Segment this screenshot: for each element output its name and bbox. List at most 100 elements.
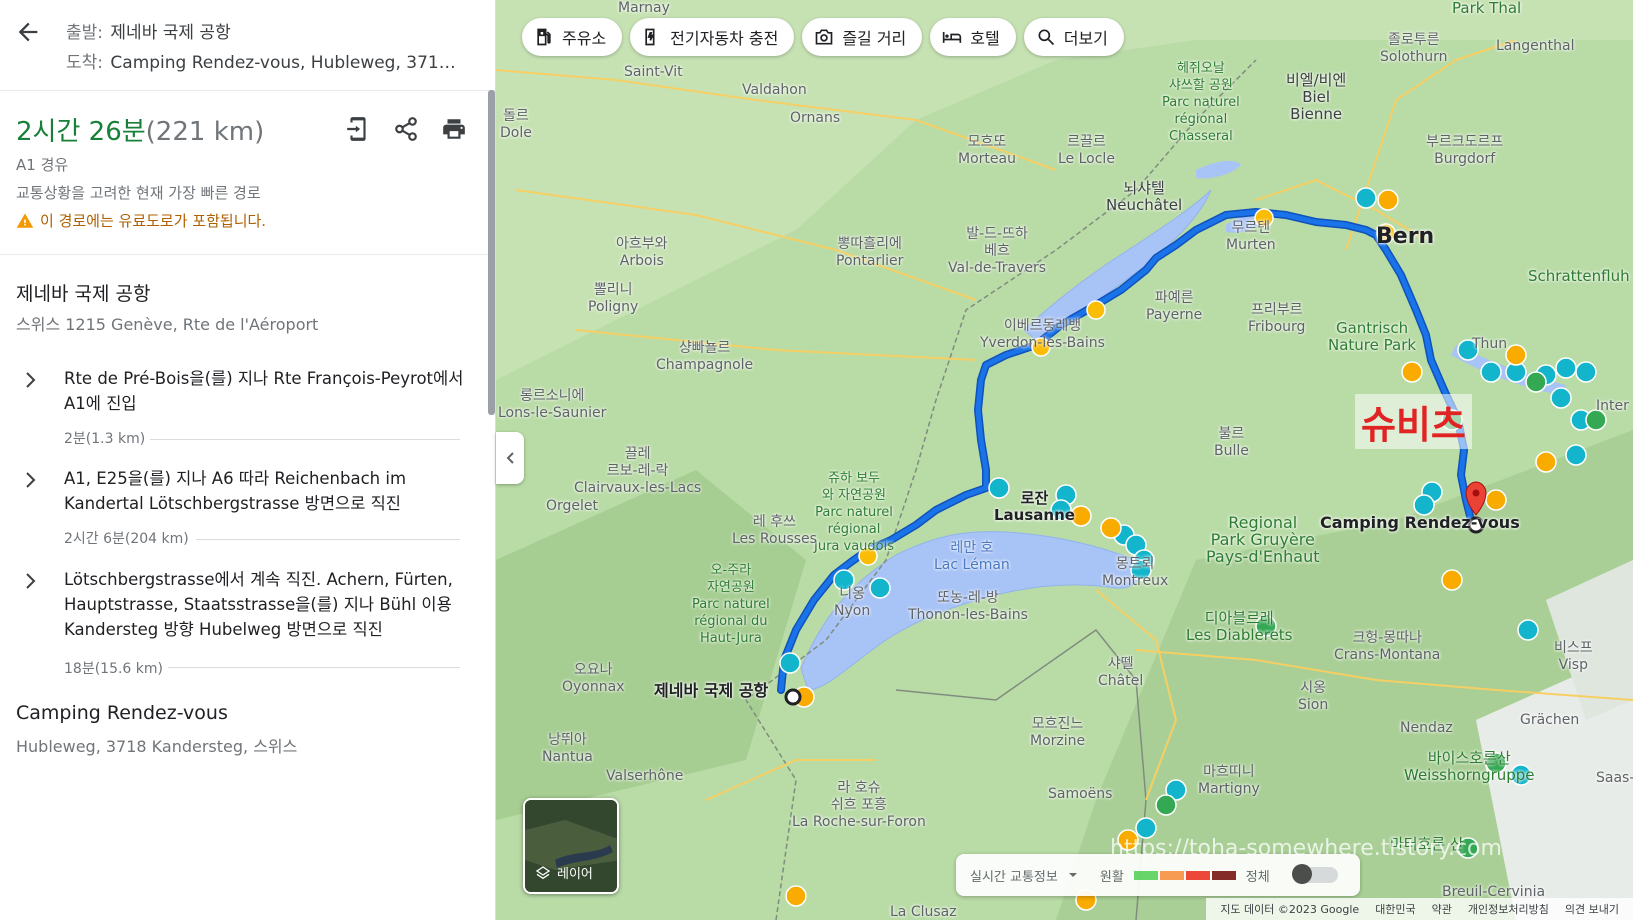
place-label: Gantrisch Nature Park [1328, 319, 1417, 354]
footer-region-link[interactable]: 대한민국 [1375, 901, 1415, 917]
place-label: Schrattenfluh [1528, 267, 1630, 285]
place-label: Nendaz [1400, 720, 1453, 736]
route-description: 교통상황을 고려한 현재 가장 빠른 경로 [16, 184, 261, 202]
chip-attractions[interactable]: 즐길 거리 [802, 18, 923, 56]
place-label: La Clusaz [890, 904, 957, 920]
traffic-jam-label: 정체 [1245, 869, 1270, 885]
place-label: 또농-레-방 Thonon-les-Bains [908, 590, 1028, 623]
place-label: 모흐진느 Morzine [1030, 716, 1086, 749]
map-canvas[interactable]: Saint-Vit Valdahon Ornans 돌르 Dole 모흐또 Mo… [496, 0, 1633, 920]
place-label: Marnay [618, 0, 670, 16]
chip-ev-charging[interactable]: 전기자동차 충전 [630, 18, 795, 56]
traffic-toggle[interactable] [1291, 864, 1338, 884]
route-step[interactable]: A1, E25을(를) 지나 A6 따라 Reichenbach im Kand… [0, 466, 470, 547]
origin-name: 제네바 국제 공항 [16, 283, 151, 305]
distance-value: (221 km) [145, 117, 265, 147]
route-step[interactable]: Rte de Pré-Bois을(를) 지나 Rte François-Peyr… [0, 366, 470, 447]
route-duration: 2시간 26분(221 km) [16, 111, 264, 148]
place-label: 불르 Bulle [1214, 426, 1249, 459]
layers-icon [535, 865, 551, 879]
place-label: Saint-Vit [624, 64, 683, 80]
place-label: 바이스호른산 Weisshorngruppe [1404, 749, 1535, 784]
destination-field-value: Camping Rendez-vous, Hubleweg, 3718 Kan.… [110, 53, 466, 73]
camera-icon [815, 29, 833, 45]
chevron-left-icon [506, 452, 514, 464]
traffic-color-scale [1133, 870, 1236, 880]
place-label: Saas- [1596, 770, 1633, 786]
place-label: Langenthal [1496, 38, 1575, 54]
duration-value: 2시간 26분 [16, 117, 146, 147]
route-step-text: A1, E25을(를) 지나 A6 따라 Reichenbach im Kand… [64, 469, 407, 513]
layers-label: 레이어 [535, 863, 593, 882]
origin-field-value: 제네바 국제 공항 [110, 23, 231, 43]
route-step-text: Rte de Pré-Bois을(를) 지나 Rte François-Peyr… [64, 369, 464, 413]
dropdown-arrow-icon[interactable] [1068, 870, 1078, 880]
origin-field[interactable]: 출발: 제네바 국제 공항 [66, 18, 466, 43]
send-to-phone-icon[interactable] [345, 115, 371, 143]
back-arrow-icon[interactable] [14, 18, 42, 46]
divider [168, 667, 460, 668]
place-label: 이베르동레뱅 Yverdon-les-Bains [980, 318, 1105, 351]
gas-station-icon [537, 28, 551, 46]
place-label: 르끌르 Le Locle [1058, 134, 1115, 167]
chip-label: 전기자동차 충전 [670, 29, 779, 48]
footer-privacy-link[interactable]: 개인정보처리방침 [1468, 901, 1549, 917]
chip-more[interactable]: 더보기 [1023, 18, 1124, 56]
place-label: Grächen [1520, 712, 1580, 728]
footer-terms-link[interactable]: 약관 [1432, 901, 1452, 917]
ev-charging-icon [645, 28, 655, 46]
print-icon[interactable] [441, 115, 467, 143]
warning-icon [16, 213, 34, 228]
route-step-meta: 2시간 6분(204 km) [64, 531, 189, 547]
annotation-label: 슈비츠 [1355, 394, 1472, 449]
panel-scrollbar[interactable] [488, 90, 495, 415]
place-label: 낭뛰아 Nantua [542, 732, 593, 765]
route-step-text: Lötschbergstrasse에서 계속 직진. Achern, Fürte… [64, 570, 453, 639]
share-icon[interactable] [393, 115, 419, 143]
directions-header: 출발: 제네바 국제 공항 도착: Camping Rendez-vous, H… [0, 0, 495, 91]
place-label: 프리부르 Fribourg [1248, 302, 1306, 335]
place-label: 오요나 Oyonnax [562, 662, 625, 695]
origin-address: 스위스 1215 Genève, Rte de l'Aéroport [16, 315, 319, 334]
chip-gas-station[interactable]: 주유소 [522, 18, 623, 56]
hotel-bed-icon [943, 32, 962, 43]
divider [150, 439, 460, 440]
place-label: 레 후쓰 Les Rousses [732, 514, 817, 547]
toll-warning-text: 이 경로에는 유료도로가 포함됩니다. [40, 212, 267, 230]
layers-button[interactable]: 레이어 [523, 798, 619, 894]
destination-field[interactable]: 도착: Camping Rendez-vous, Hubleweg, 3718 … [66, 48, 466, 73]
place-label: 시옹 Sion [1298, 680, 1329, 713]
place-label: 부르크도르프 Burgdorf [1426, 134, 1504, 167]
place-label: 몽트뢰 Montreux [1102, 556, 1169, 589]
origin-map-label: 제네바 국제 공항 [654, 681, 769, 700]
place-label: 끌레 르보-레-락 Clairvaux-les-Lacs [574, 446, 702, 496]
chip-label: 즐길 거리 [842, 29, 907, 48]
destination-field-label: 도착: [66, 53, 104, 73]
map-footer: 지도 데이터 ©2023 Google 대한민국 약관 개인정보처리방침 의견 … [1206, 898, 1633, 920]
directions-panel: 출발: 제네바 국제 공항 도착: Camping Rendez-vous, H… [0, 0, 496, 920]
place-label: 발-드-뜨하 베흐 Val-de-Travers [948, 226, 1047, 276]
footer-feedback-link[interactable]: 의견 보내기 [1565, 901, 1619, 917]
place-label: 크헝-몽따나 Crans-Montana [1334, 630, 1441, 663]
place-label: 파예른 Payerne [1146, 290, 1203, 323]
place-label: 졸로투른 Solothurn [1380, 32, 1448, 65]
chip-hotels[interactable]: 호텔 [930, 18, 1016, 56]
place-label: 비스프 Visp [1554, 640, 1593, 673]
place-label: Samoëns [1048, 786, 1113, 802]
footer-copyright: 지도 데이터 ©2023 Google [1220, 903, 1360, 916]
place-label: 뇌샤텔 Neuchâtel [1106, 179, 1183, 214]
route-via: A1 경유 [16, 156, 69, 174]
route-summary: 2시간 26분(221 km) A1 경유 교통상황을 고려한 현재 가장 빠른… [0, 91, 495, 255]
chevron-right-icon [26, 472, 36, 488]
chevron-right-icon [26, 573, 36, 589]
route-step-meta: 18분(15.6 km) [64, 661, 163, 677]
divider [196, 539, 460, 540]
collapse-panel-button[interactable] [496, 432, 524, 484]
place-label: Valserhône [606, 768, 684, 784]
route-step[interactable]: Lötschbergstrasse에서 계속 직진. Achern, Fürte… [0, 567, 470, 677]
place-label: 헤쥐오날 샤쓰할 공원 Parc naturel régional Chasse… [1162, 61, 1240, 144]
place-label: 모흐또 Morteau [958, 134, 1016, 167]
place-label: Bern [1376, 224, 1435, 249]
place-label: Inter [1596, 398, 1629, 414]
chip-label: 호텔 [970, 29, 1000, 48]
